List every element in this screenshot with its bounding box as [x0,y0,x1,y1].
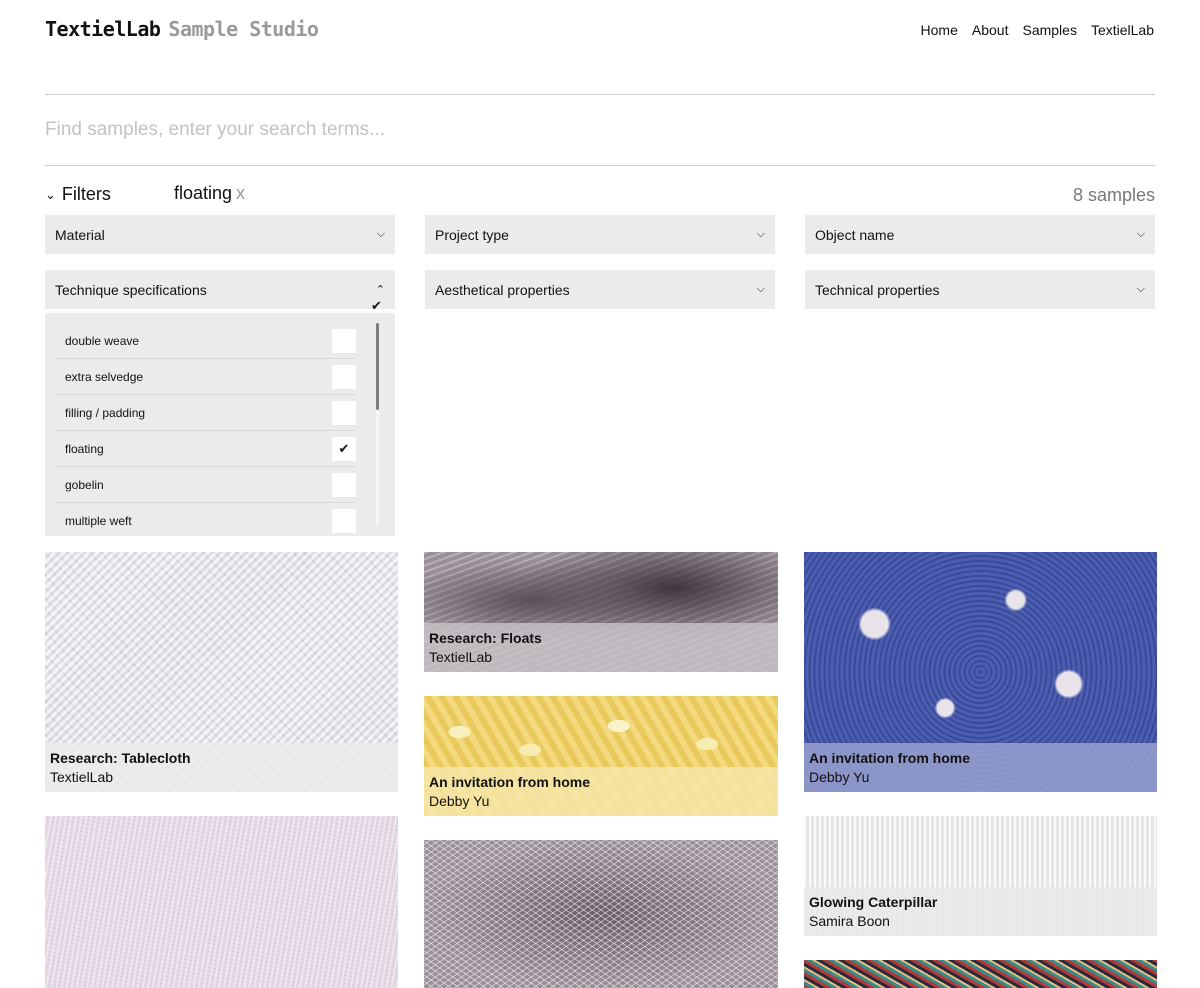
scrollbar-thumb[interactable] [376,323,379,410]
object-name-dropdown[interactable]: Object name ⌵ [805,215,1155,254]
material-dropdown[interactable]: Material ⌵ [45,215,395,254]
checkbox[interactable] [332,364,356,389]
search-input[interactable] [45,112,1155,148]
option-label: multiple weft [65,513,132,528]
brand-subtitle: Sample Studio [168,17,319,41]
technique-specifications-dropdown[interactable]: Technique specifications ⌃ [45,270,395,309]
sample-card[interactable]: Research: Tablecloth TextielLab [45,552,398,792]
chevron-down-icon: ⌵ [1136,283,1145,295]
option-floating[interactable]: floating ✔ [55,431,356,467]
dropdown-label: Object name [815,226,895,243]
sample-card[interactable]: Glowing Caterpillar Samira Boon [804,816,1157,936]
option-multiple-weft[interactable]: multiple weft [55,503,356,536]
sample-card[interactable]: An invitation from home Debby Yu [424,696,778,816]
technique-options-panel: double weave extra selvedge filling / pa… [45,313,395,536]
sample-caption: An invitation from home Debby Yu [804,743,1157,792]
option-double-weave[interactable]: double weave [55,323,356,359]
sample-author: Debby Yu [429,793,490,809]
sample-card[interactable]: An invitation from home Debby Yu [804,552,1157,792]
option-label: filling / padding [65,405,146,420]
option-label: gobelin [65,477,104,492]
chevron-down-icon: ⌵ [376,228,385,240]
sample-title: Glowing Caterpillar [809,894,938,910]
sample-title: Research: Floats [429,630,542,646]
sample-author: Samira Boon [809,913,890,929]
dropdown-label: Technical properties [815,281,940,298]
chevron-down-icon: ⌄ [45,186,56,202]
chevron-up-icon: ⌃ [375,284,385,296]
nav-home[interactable]: Home [921,22,958,38]
checkbox[interactable] [332,400,356,425]
divider [45,165,1155,166]
remove-filter-button[interactable]: x [236,183,245,203]
sample-caption: An invitation from home Debby Yu [424,767,778,816]
check-icon: ✔ [371,298,382,313]
sample-title: An invitation from home [809,750,970,766]
sample-image [804,960,1157,988]
aesthetical-properties-dropdown[interactable]: Aesthetical properties ⌵ [425,270,775,309]
chevron-down-icon: ⌵ [756,283,765,295]
checkbox[interactable] [332,508,356,533]
option-label: floating [65,441,104,456]
sample-image [45,816,398,988]
nav-samples[interactable]: Samples [1022,22,1076,38]
sample-card[interactable]: Research: Floats TextielLab [424,552,778,672]
nav-textiellab[interactable]: TextielLab [1091,22,1154,38]
checkbox[interactable] [332,328,356,353]
active-filter-label: floating [174,183,233,203]
option-extra-selvedge[interactable]: extra selvedge [55,359,356,395]
technical-properties-dropdown[interactable]: Technical properties ⌵ [805,270,1155,309]
filters-label: Filters [61,184,111,204]
brand-name: TextielLab [45,17,161,41]
sample-card[interactable] [424,840,778,988]
divider [45,94,1155,95]
sample-image [424,840,778,988]
project-type-dropdown[interactable]: Project type ⌵ [425,215,775,254]
sample-card[interactable] [45,816,398,988]
dropdown-label: Material [55,226,105,243]
sample-author: Debby Yu [809,769,870,785]
sample-author: TextielLab [50,769,114,785]
sample-caption: Research: Tablecloth TextielLab [45,743,398,792]
dropdown-label: Aesthetical properties [435,281,570,298]
sample-caption: Glowing Caterpillar Samira Boon [804,887,1157,936]
top-nav: Home About Samples TextielLab [921,22,1154,38]
checkbox-checked[interactable]: ✔ [332,436,356,461]
option-filling-padding[interactable]: filling / padding [55,395,356,431]
dropdown-label: Technique specifications [55,281,207,298]
sample-author: TextielLab [429,649,493,665]
chevron-down-icon: ⌵ [756,228,765,240]
filters-toggle[interactable]: ⌄ Filters [45,184,111,205]
brand-logo[interactable]: TextielLab Sample Studio [45,17,319,41]
nav-about[interactable]: About [972,22,1009,38]
option-gobelin[interactable]: gobelin [55,467,356,503]
check-icon: ✔ [338,440,350,456]
sample-card[interactable] [804,960,1157,988]
sample-caption: Research: Floats TextielLab [424,623,778,672]
active-filter-tag: floating x [174,183,245,204]
sample-title: Research: Tablecloth [50,750,191,766]
option-label: double weave [65,333,140,348]
chevron-down-icon: ⌵ [1136,228,1145,240]
sample-title: An invitation from home [429,774,590,790]
option-label: extra selvedge [65,369,144,384]
checkbox[interactable] [332,472,356,497]
dropdown-label: Project type [435,226,509,243]
sample-count: 8 samples [1072,185,1155,205]
